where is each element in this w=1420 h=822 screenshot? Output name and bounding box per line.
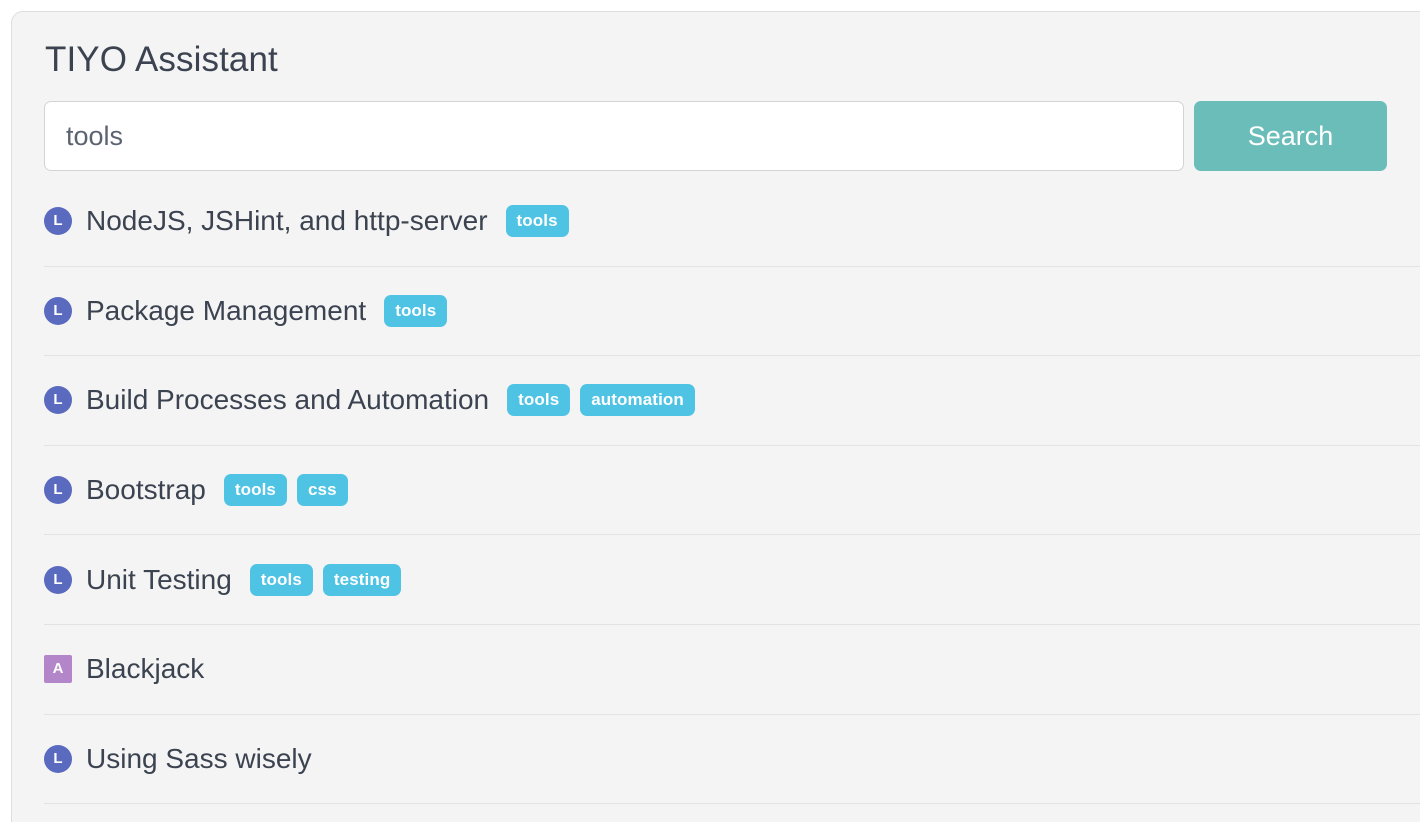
lesson-badge-icon: L	[44, 386, 72, 414]
lesson-badge-icon: L	[44, 297, 72, 325]
panel-content: TIYO Assistant Search L NodeJS, JSHint, a…	[12, 12, 1420, 822]
search-button[interactable]: Search	[1194, 101, 1387, 171]
tag-chip[interactable]: css	[297, 474, 348, 506]
search-results-list: L NodeJS, JSHint, and http-server tools L Pa…	[44, 177, 1420, 804]
tag-chip[interactable]: testing	[323, 564, 401, 596]
result-row[interactable]: A Blackjack	[44, 625, 1420, 715]
result-row[interactable]: L Build Processes and Automation tools auto…	[44, 356, 1420, 446]
lesson-badge-icon: L	[44, 476, 72, 504]
result-row[interactable]: L Package Management tools	[44, 267, 1420, 357]
result-title: Using Sass wisely	[86, 743, 312, 775]
tag-chip[interactable]: tools	[507, 384, 570, 416]
result-row[interactable]: L Using Sass wisely	[44, 715, 1420, 805]
tag-chip[interactable]: tools	[224, 474, 287, 506]
result-row[interactable]: L Bootstrap tools css	[44, 446, 1420, 536]
result-row[interactable]: L Unit Testing tools testing	[44, 535, 1420, 625]
tag-group: tools testing	[250, 564, 402, 596]
result-title: NodeJS, JSHint, and http-server	[86, 205, 488, 237]
tag-chip[interactable]: tools	[250, 564, 313, 596]
tag-chip[interactable]: tools	[384, 295, 447, 327]
search-input[interactable]	[44, 101, 1184, 171]
result-title: Unit Testing	[86, 564, 232, 596]
page-title: TIYO Assistant	[44, 12, 1420, 81]
tag-group: tools css	[224, 474, 348, 506]
search-bar: Search	[44, 101, 1420, 171]
tag-group: tools	[506, 205, 569, 237]
lesson-badge-icon: L	[44, 566, 72, 594]
app-root: TIYO Assistant Search L NodeJS, JSHint, a…	[0, 0, 1420, 822]
result-title: Bootstrap	[86, 474, 206, 506]
assistant-panel: TIYO Assistant Search L NodeJS, JSHint, a…	[11, 11, 1420, 822]
result-title: Blackjack	[86, 653, 204, 685]
lesson-badge-icon: L	[44, 207, 72, 235]
assignment-badge-icon: A	[44, 655, 72, 683]
lesson-badge-icon: L	[44, 745, 72, 773]
tag-chip[interactable]: automation	[580, 384, 695, 416]
result-title: Build Processes and Automation	[86, 384, 489, 416]
result-title: Package Management	[86, 295, 366, 327]
tag-group: tools	[384, 295, 447, 327]
tag-group: tools automation	[507, 384, 695, 416]
result-row[interactable]: L NodeJS, JSHint, and http-server tools	[44, 177, 1420, 267]
tag-chip[interactable]: tools	[506, 205, 569, 237]
